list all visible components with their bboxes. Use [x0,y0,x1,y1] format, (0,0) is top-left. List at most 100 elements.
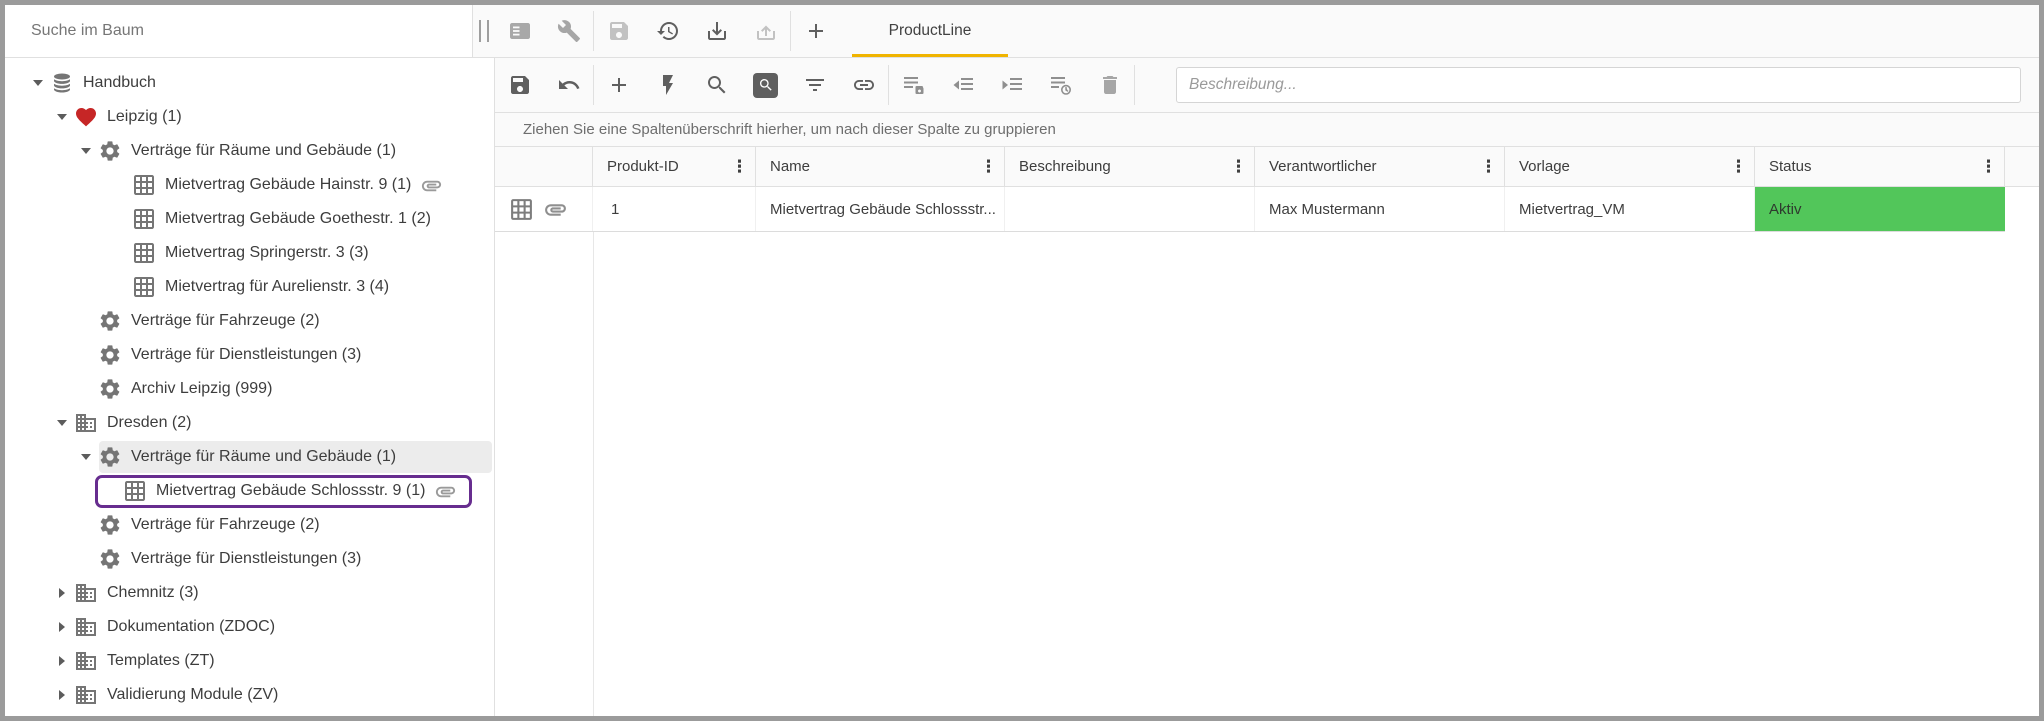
tab-productline[interactable]: ProductLine [852,5,1008,57]
gear-icon [98,343,122,367]
tree-search-input[interactable] [5,22,472,40]
grid-collapse-rows-button[interactable] [938,58,987,113]
tree-item[interactable]: Mietvertrag Gebäude Schlossstr. 9 (1) [5,474,494,508]
header-beschreibung[interactable]: Beschreibung [1005,147,1255,186]
chevron-collapsed-icon[interactable] [51,656,73,666]
gear-icon [97,513,123,537]
building-icon [74,615,98,639]
fixed-column-divider [593,232,594,716]
tree-item-label: Verträge für Dienstleistungen (3) [131,550,361,568]
status-badge[interactable]: Aktiv [1755,187,2005,231]
tree-item-label: Mietvertrag Gebäude Goethestr. 1 (2) [165,210,431,228]
grid-delete-button[interactable] [1085,58,1134,113]
chevron-expanded-icon[interactable] [51,420,73,426]
heart-icon [73,105,99,129]
tree-item[interactable]: Verträge für Dienstleistungen (3) [5,338,494,372]
restore-button[interactable] [643,5,692,58]
grid-save-rows-button[interactable] [889,58,938,113]
chevron-expanded-icon[interactable] [51,114,73,120]
building-icon [74,683,98,707]
tree-item[interactable]: Templates (ZT) [5,644,494,678]
grid-indent-rows-button[interactable] [987,58,1036,113]
form-view-button[interactable] [495,5,544,58]
tree-item[interactable]: Mietvertrag Gebäude Hainstr. 9 (1) [5,168,494,202]
group-by-panel[interactable]: Ziehen Sie eine Spaltenüberschrift hierh… [495,113,2039,147]
indent-rows-icon [1000,73,1024,97]
tree-item[interactable]: Validierung Module (ZV) [5,678,494,712]
tree-item-label: Handbuch [83,74,156,92]
chevron-expanded-icon[interactable] [75,148,97,154]
grid-flash-button[interactable] [643,58,692,113]
tree-item[interactable]: Verträge für Räume und Gebäude (1) [5,134,494,168]
grid-save-button[interactable] [495,58,544,113]
header-verantwortlicher[interactable]: Verantwortlicher [1255,147,1505,186]
column-menu-icon[interactable] [1230,158,1246,175]
header-name[interactable]: Name [756,147,1005,186]
column-menu-icon[interactable] [1480,158,1496,175]
cell-name[interactable]: Mietvertrag Gebäude Schlossstr... [756,187,1005,231]
chevron-collapsed-icon[interactable] [51,622,73,632]
gear-icon [97,445,123,469]
tree-item[interactable]: Handbuch [5,66,494,100]
tree-item[interactable]: Dresden (2) [5,406,494,440]
gear-icon [97,139,123,163]
row-icons-cell[interactable] [495,187,593,231]
table-row[interactable]: 1 Mietvertrag Gebäude Schlossstr... Max … [495,187,2005,232]
cell-beschreibung[interactable] [1005,187,1255,231]
grid-area: Ziehen Sie eine Spaltenüberschrift hierh… [495,58,2039,716]
grid-search-panel-button[interactable] [741,58,790,113]
download-button[interactable] [692,5,741,58]
cell-vorlage[interactable]: Mietvertrag_VM [1505,187,1755,231]
header-status[interactable]: Status [1755,147,2005,186]
header-produkt-id[interactable]: Produkt-ID [593,147,756,186]
add-tab-button[interactable] [791,5,840,58]
gear-icon [97,547,123,571]
upload-button[interactable] [741,5,790,58]
column-menu-icon[interactable] [1980,158,1996,175]
tree-item[interactable]: Chemnitz (3) [5,576,494,610]
grid-body [495,232,2039,716]
tree-item[interactable]: Mietvertrag für Aurelienstr. 3 (4) [5,270,494,304]
grid-icon [131,241,157,265]
wrench-button[interactable] [544,5,593,58]
splitter-handle-icon[interactable] [479,20,489,42]
attachment-icon [434,480,457,503]
tree-item[interactable]: Archiv Leipzig (999) [5,372,494,406]
column-menu-icon[interactable] [731,158,747,175]
tree-item[interactable]: Mietvertrag Springerstr. 3 (3) [5,236,494,270]
tree-item[interactable]: Mietvertrag Gebäude Goethestr. 1 (2) [5,202,494,236]
tree-item[interactable]: Verträge für Räume und Gebäude (1) [5,440,494,474]
column-menu-icon[interactable] [1730,158,1746,175]
chevron-expanded-icon[interactable] [75,454,97,460]
divider [1134,65,1135,105]
tree-item[interactable]: Verträge für Fahrzeuge (2) [5,508,494,542]
chevron-collapsed-icon[interactable] [51,690,73,700]
grid-link-button[interactable] [839,58,888,113]
tree-item-label: Dokumentation (ZDOC) [107,618,275,636]
tree-item-label: Mietvertrag Springerstr. 3 (3) [165,244,369,262]
grid-filter-button[interactable] [790,58,839,113]
tree-item[interactable]: Verträge für Dienstleistungen (3) [5,542,494,576]
row-history-icon [1049,73,1073,97]
tree-item[interactable]: Leipzig (1) [5,100,494,134]
save-layout-button[interactable] [594,5,643,58]
tree-item[interactable]: Verträge für Fahrzeuge (2) [5,304,494,338]
description-filter-input[interactable] [1176,67,2021,103]
chevron-collapsed-icon[interactable] [51,588,73,598]
grid-undo-button[interactable] [544,58,593,113]
grid-add-row-button[interactable] [594,58,643,113]
tree-item-label: Chemnitz (3) [107,584,199,602]
grid-row-history-button[interactable] [1036,58,1085,113]
tree-item-label: Archiv Leipzig (999) [131,380,272,398]
building-icon [73,615,99,639]
tree-item[interactable]: Dokumentation (ZDOC) [5,610,494,644]
cell-produkt-id[interactable]: 1 [593,187,756,231]
column-menu-icon[interactable] [980,158,996,175]
cell-verantwortlicher[interactable]: Max Mustermann [1255,187,1505,231]
gear-icon [98,513,122,537]
header-vorlage[interactable]: Vorlage [1505,147,1755,186]
chevron-expanded-icon[interactable] [27,80,49,86]
grid-search-button[interactable] [692,58,741,113]
save-icon [508,73,532,97]
save-rows-icon [902,73,926,97]
